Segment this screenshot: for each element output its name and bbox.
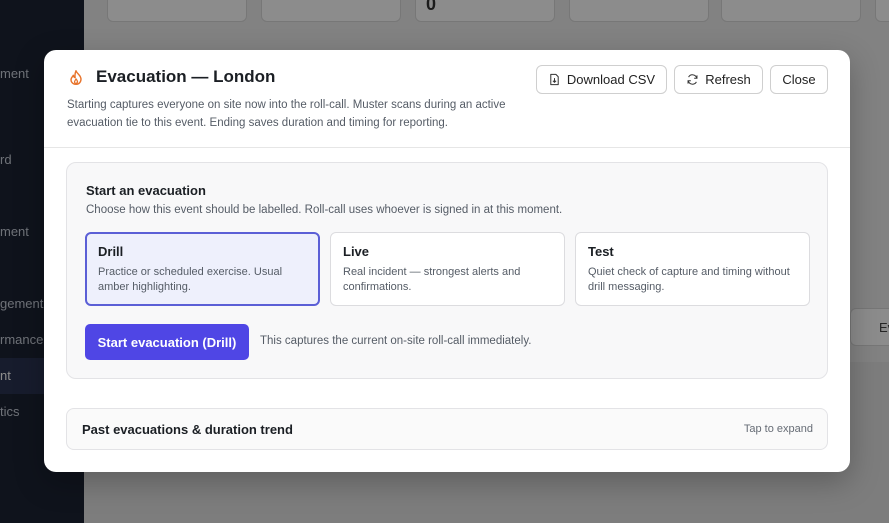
download-csv-button[interactable]: Download CSV — [536, 65, 667, 94]
expand-hint: Tap to expand — [743, 423, 813, 435]
refresh-button[interactable]: Refresh — [674, 65, 763, 94]
section-subtitle: Choose how this event should be labelled… — [86, 204, 563, 216]
option-description: Quiet check of capture and timing withou… — [588, 266, 790, 293]
refresh-icon — [687, 74, 698, 85]
option-test[interactable]: Test Quiet check of capture and timing w… — [575, 232, 810, 306]
modal-title: Evacuation — London — [96, 67, 276, 86]
option-drill[interactable]: Drill Practice or scheduled exercise. Us… — [85, 232, 320, 306]
start-note: This captures the current on-site roll-c… — [260, 335, 532, 347]
past-evacuations-toggle[interactable]: Past evacuations & duration trend Tap to… — [66, 408, 828, 450]
start-evacuation-section: Start an evacuation Choose how this even… — [66, 162, 828, 379]
option-description: Practice or scheduled exercise. Usual am… — [98, 266, 283, 293]
download-csv-label: Download CSV — [566, 72, 656, 87]
start-evacuation-button[interactable]: Start evacuation (Drill) — [85, 324, 249, 360]
option-live[interactable]: Live Real incident — strongest alerts an… — [330, 232, 565, 306]
refresh-label: Refresh — [705, 72, 751, 87]
section-title: Start an evacuation — [86, 183, 206, 198]
flame-icon — [70, 70, 82, 86]
evacuation-modal: Evacuation — London Starting captures ev… — [44, 50, 850, 472]
modal-header: Evacuation — London Starting captures ev… — [44, 50, 850, 148]
option-title: Test — [588, 244, 614, 259]
option-title: Live — [343, 244, 370, 259]
close-button[interactable]: Close — [770, 65, 828, 94]
close-label: Close — [782, 72, 816, 87]
past-evacuations-title: Past evacuations & duration trend — [82, 422, 293, 437]
option-description: Real incident — strongest alerts and con… — [343, 266, 521, 293]
file-download-icon — [550, 73, 559, 86]
modal-description: Starting captures everyone on site now i… — [67, 99, 506, 129]
option-title: Drill — [98, 244, 124, 259]
